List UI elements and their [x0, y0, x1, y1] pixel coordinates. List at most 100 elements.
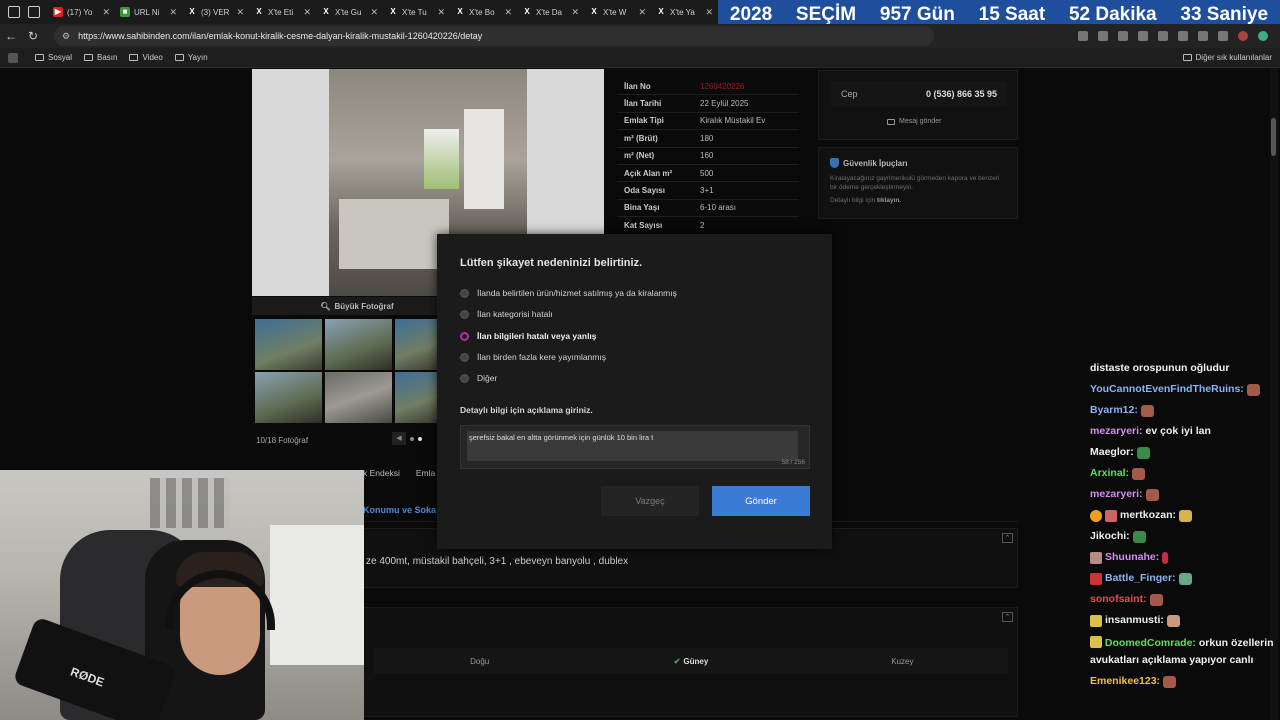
- browser-tab[interactable]: X (3) VER ✕: [182, 0, 249, 24]
- browser-tab[interactable]: X X'te Tu ✕: [383, 0, 450, 24]
- complaint-option[interactable]: İlan kategorisi hatalı: [460, 309, 553, 319]
- tab-actions-icon[interactable]: [28, 6, 40, 18]
- emote-icon: [1132, 468, 1146, 480]
- complaint-option-selected[interactable]: İlan bilgileri hatalı veya yanlış: [460, 331, 597, 341]
- chat-message: mezaryeri: ev çok iyi lan: [1090, 425, 1211, 437]
- browser-tab[interactable]: ▶ (17) Yo ✕: [48, 0, 115, 24]
- bookmark-folder[interactable]: Video: [129, 53, 163, 62]
- browser-tab[interactable]: X X'te Bo ✕: [450, 0, 517, 24]
- pager-dot[interactable]: [418, 436, 422, 441]
- browser-tab[interactable]: X X'te Eti ✕: [249, 0, 316, 24]
- detail-textarea-value[interactable]: şerefsiz bakal en altta görünmek için gü…: [467, 431, 798, 461]
- browser-tab[interactable]: X X'te Gu ✕: [316, 0, 383, 24]
- radio-button[interactable]: [460, 288, 469, 298]
- close-icon[interactable]: ✕: [571, 7, 579, 18]
- profile-avatar[interactable]: [1238, 31, 1248, 41]
- browser-tab[interactable]: ■ URL Ni ✕: [115, 0, 182, 24]
- contact-card: Cep 0 (536) 866 35 95 Mesaj gönder: [818, 70, 1018, 140]
- close-icon[interactable]: ✕: [236, 7, 244, 18]
- tab-location[interactable]: Konumu ve Soka: [363, 505, 436, 515]
- pager-dot[interactable]: [410, 436, 414, 441]
- prev-icon[interactable]: ◀: [392, 432, 406, 445]
- send-button[interactable]: Gönder: [712, 486, 810, 516]
- chat-message: distaste orospunun oğludur: [1090, 362, 1230, 374]
- radio-button[interactable]: [460, 309, 469, 319]
- photo-thumbnail[interactable]: [255, 319, 322, 370]
- chat-message: mezaryeri:: [1090, 486, 1275, 507]
- chevron-up-icon[interactable]: ⌃: [1002, 533, 1013, 543]
- chat-message: Shuunahe:: [1090, 549, 1275, 570]
- extension-icon[interactable]: [1078, 31, 1088, 41]
- emote-icon: [1179, 510, 1193, 522]
- radio-button[interactable]: [460, 373, 469, 383]
- badge-icon: [1105, 510, 1117, 522]
- bookmark-folder[interactable]: Sosyal: [35, 53, 72, 62]
- phone-label: Cep: [841, 89, 858, 99]
- safety-title: Güvenlik İpuçları: [830, 158, 1006, 168]
- workspaces-icon[interactable]: [8, 6, 20, 18]
- photo-bed: [339, 199, 449, 269]
- browser-tab[interactable]: X X'te Ya ✕: [651, 0, 718, 24]
- close-icon[interactable]: ✕: [705, 7, 713, 18]
- detail-textarea[interactable]: şerefsiz bakal en altta görünmek için gü…: [460, 425, 810, 469]
- extension-icon[interactable]: [1138, 31, 1148, 41]
- back-icon[interactable]: ←: [0, 29, 22, 43]
- listing-details-table: İlan No 1260420226 İlan Tarihi 22 Eylül 20…: [617, 78, 799, 235]
- photo-thumbnail[interactable]: [325, 319, 392, 370]
- emote-icon: [1136, 447, 1150, 459]
- close-icon[interactable]: ✕: [102, 7, 110, 18]
- url-field[interactable]: ⚙ https://www.sahibinden.com/ilan/emlak-…: [54, 26, 934, 46]
- close-icon[interactable]: ✕: [437, 7, 445, 18]
- folder-icon: [1182, 54, 1192, 61]
- safety-tips-card: Güvenlik İpuçları Kiralayacağınız gayrim…: [818, 147, 1018, 219]
- cancel-button[interactable]: Vazgeç: [601, 486, 699, 516]
- bookmark-folder[interactable]: Yayın: [174, 53, 208, 62]
- other-bookmarks[interactable]: Diğer sık kullanılanlar: [1182, 53, 1272, 62]
- chat-message: YouCannotEvenFindTheRuins:: [1090, 381, 1275, 402]
- extension-icon[interactable]: [1218, 31, 1228, 41]
- phone-row[interactable]: Cep 0 (536) 866 35 95: [831, 81, 1007, 107]
- big-photo-button[interactable]: 🔍︎ Büyük Fotoğraf: [252, 297, 462, 315]
- close-icon[interactable]: ✕: [504, 7, 512, 18]
- complaint-option[interactable]: Diğer: [460, 373, 497, 383]
- x-icon: X: [390, 7, 396, 16]
- site-info-icon[interactable]: ⚙: [62, 31, 70, 42]
- extension-icon[interactable]: [1118, 31, 1128, 41]
- x-icon: X: [457, 7, 463, 16]
- close-icon[interactable]: ✕: [638, 7, 646, 18]
- photo-thumbnail[interactable]: [325, 372, 392, 423]
- extension-icon[interactable]: [1098, 31, 1108, 41]
- copilot-icon[interactable]: [1258, 31, 1268, 41]
- scrollbar-thumb[interactable]: [1271, 118, 1276, 156]
- safety-more-link[interactable]: tıklayın.: [877, 197, 901, 204]
- browser-tab[interactable]: X X'te Da ✕: [517, 0, 584, 24]
- chevron-up-icon[interactable]: ⌃: [1002, 612, 1013, 622]
- chat-message: DoomedComrade: orkun özellerin avukatlar…: [1090, 636, 1274, 666]
- tab-endeks[interactable]: k Endeksi: [363, 468, 400, 478]
- folder-icon: [174, 54, 184, 61]
- bookmark-folder[interactable]: Basın: [84, 53, 117, 62]
- close-icon[interactable]: ✕: [370, 7, 378, 18]
- photo-thumbnail[interactable]: [395, 372, 437, 423]
- refresh-icon[interactable]: ↻: [22, 29, 44, 43]
- complaint-modal: Lütfen şikayet nedeninizi belirtiniz. İl…: [437, 234, 832, 549]
- radio-button[interactable]: [460, 352, 469, 362]
- complaint-option[interactable]: İlan birden fazla kere yayımlanmış: [460, 352, 606, 362]
- close-icon[interactable]: ✕: [169, 7, 177, 18]
- detail-label: Detaylı bilgi için açıklama giriniz.: [460, 405, 593, 415]
- radio-button-selected[interactable]: [460, 331, 469, 341]
- reading-list-icon[interactable]: [8, 52, 18, 63]
- extension-icon[interactable]: [1198, 31, 1208, 41]
- tab-emlak[interactable]: Emla: [416, 468, 435, 478]
- extension-icon[interactable]: [1158, 31, 1168, 41]
- char-counter: 58 / 256: [781, 459, 806, 466]
- chat-message: Arxinal:: [1090, 465, 1275, 486]
- x-icon: X: [658, 7, 664, 16]
- send-message-link[interactable]: Mesaj gönder: [887, 118, 941, 125]
- close-icon[interactable]: ✕: [303, 7, 311, 18]
- browser-tab[interactable]: X X'te W ✕: [584, 0, 651, 24]
- photo-thumbnail[interactable]: [255, 372, 322, 423]
- extension-icon[interactable]: [1178, 31, 1188, 41]
- photo-thumbnail[interactable]: [395, 319, 437, 370]
- complaint-option[interactable]: İlanda belirtilen ürün/hizmet satılmış y…: [460, 288, 677, 298]
